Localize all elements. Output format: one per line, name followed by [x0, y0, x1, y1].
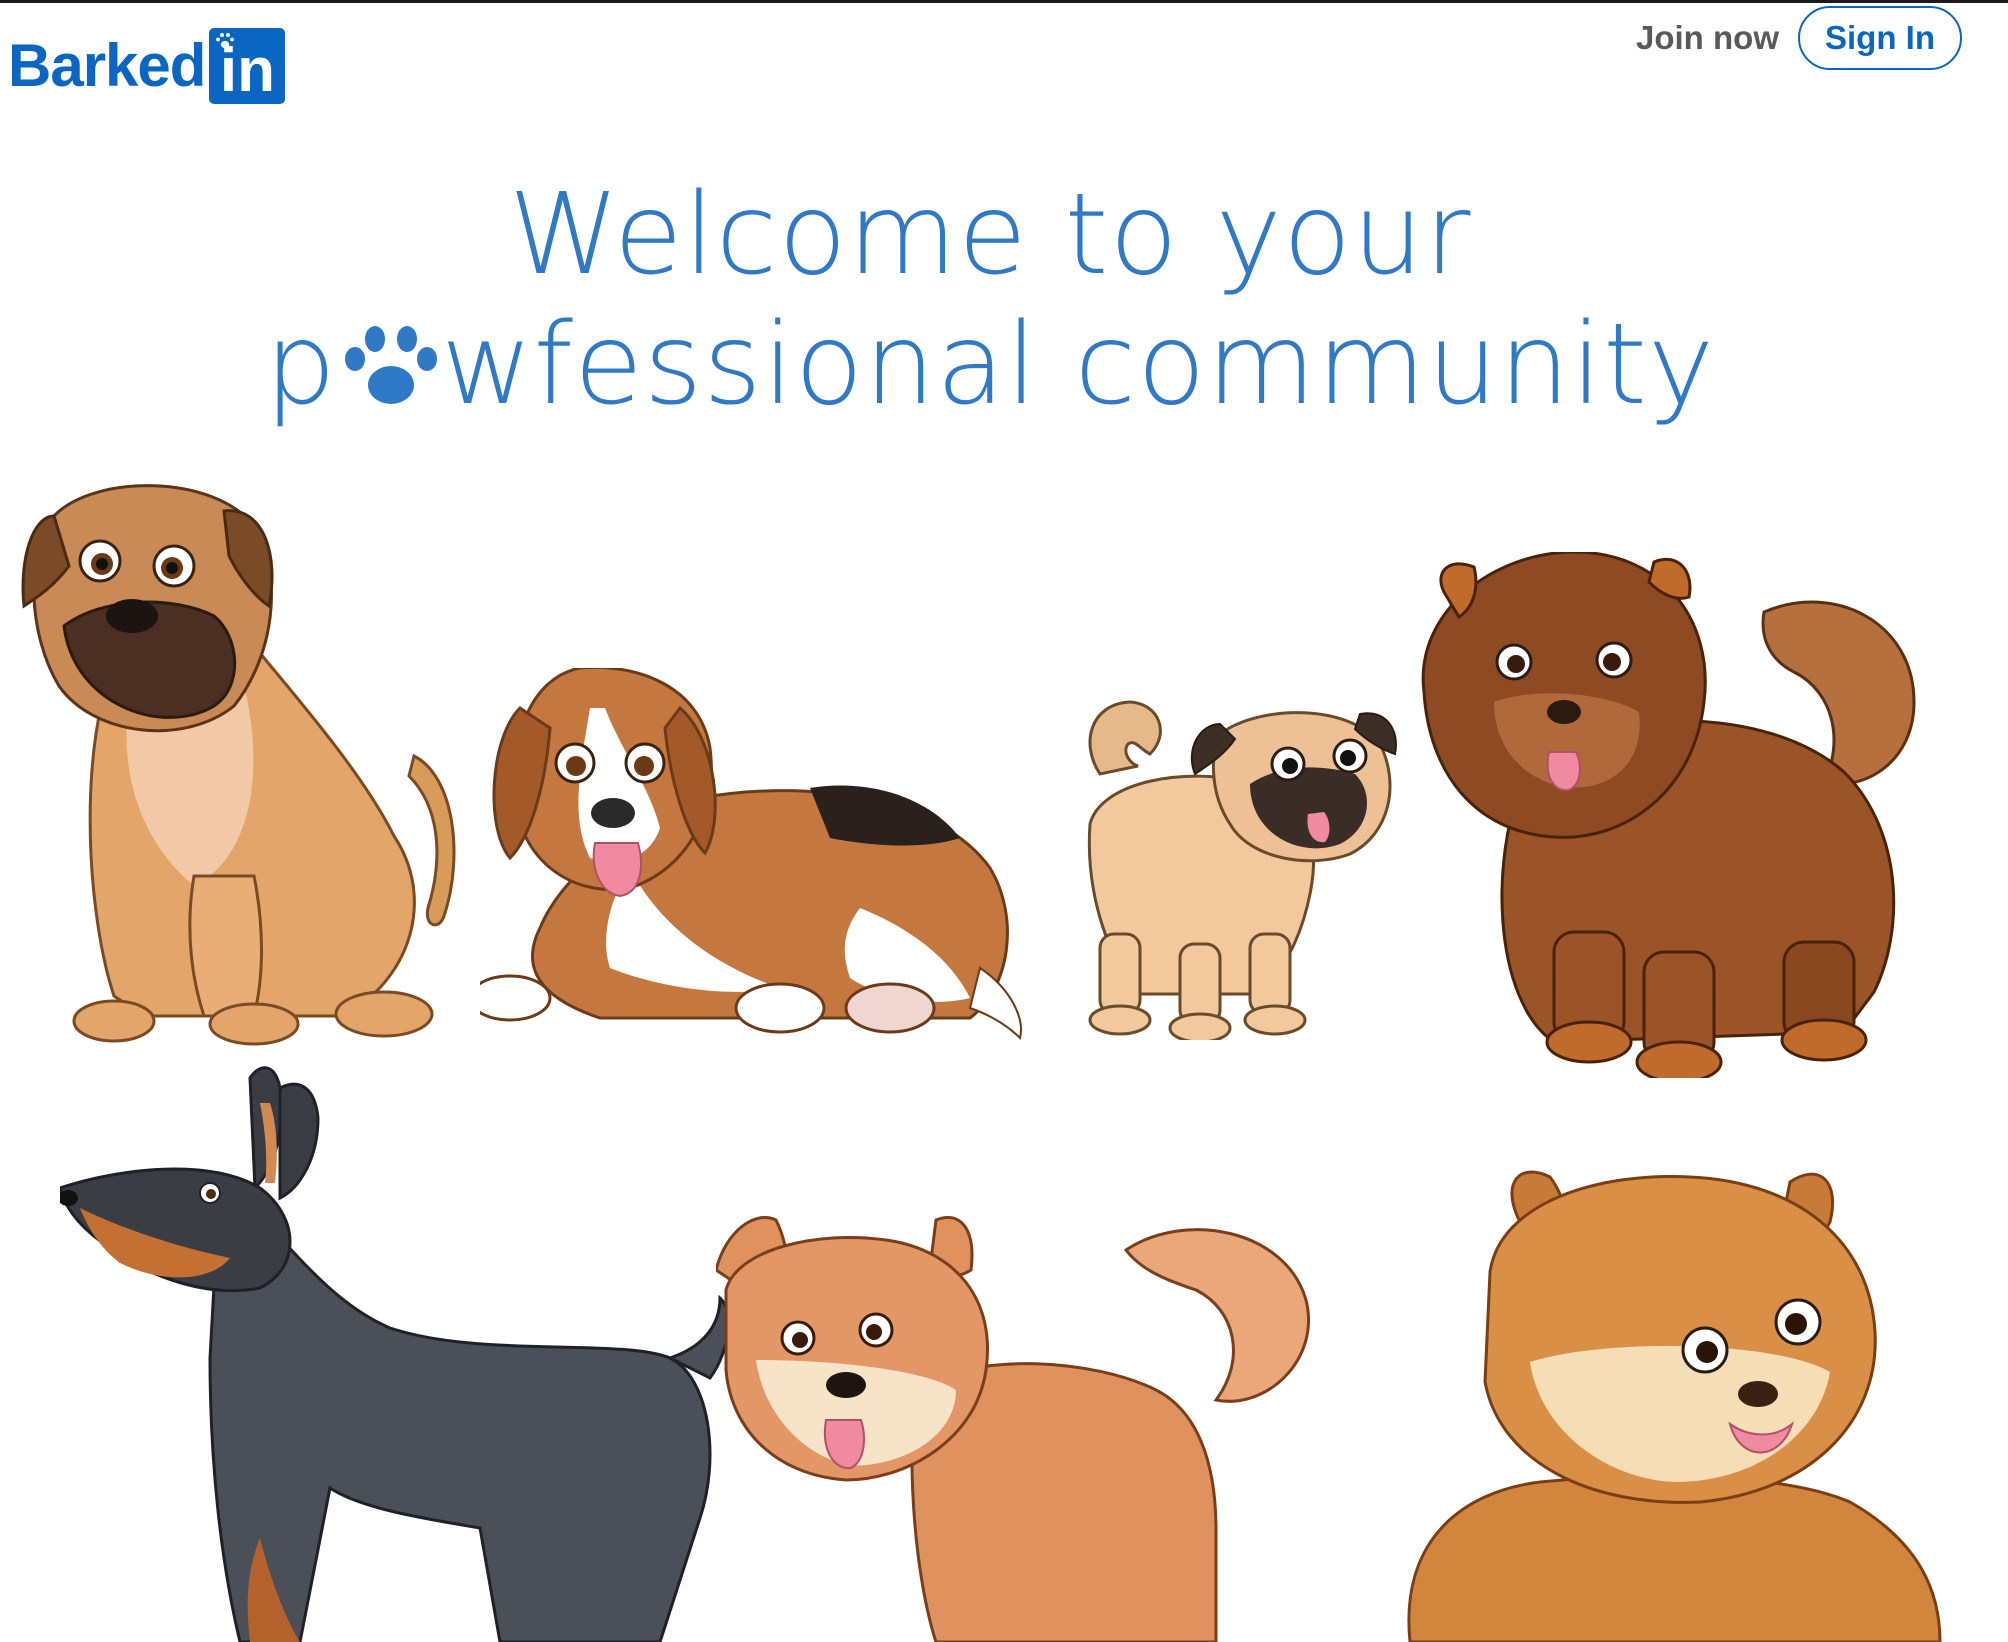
barkedin-landing-page: Barked in Join now Sign In Welcome to yo…: [0, 0, 2008, 1642]
doberman-dog-illustration: [60, 1066, 730, 1642]
join-now-link[interactable]: Join now: [1636, 18, 1779, 58]
beagle-dog-illustration: [480, 668, 1022, 1040]
pug-dog-illustration: [1087, 700, 1397, 1040]
sign-in-button[interactable]: Sign In: [1798, 6, 1962, 70]
headline-line-1: Welcome to your: [508, 170, 1472, 300]
headline-line-2-prefix: p: [264, 300, 337, 430]
logo-paw-icon: [216, 33, 235, 49]
top-border: [0, 0, 2008, 3]
barkedin-logo[interactable]: Barked in: [8, 26, 286, 106]
headline-line-2: p wfessional community: [0, 300, 1980, 430]
shiba-inu-dog-illustration: [716, 1216, 1310, 1642]
boxer-mastiff-dog-illustration: [21, 484, 456, 1046]
logo-wordmark: Barked: [8, 32, 206, 99]
paw-icon: [344, 326, 437, 404]
logo-badge: in: [209, 28, 286, 104]
pomeranian-dog-illustration: [1407, 1170, 1942, 1642]
chow-chow-dog-illustration: [1421, 552, 1916, 1078]
headline-line-2-suffix: wfessional community: [440, 300, 1716, 430]
page-headline: Welcome to your p wfessional community: [0, 170, 1980, 430]
